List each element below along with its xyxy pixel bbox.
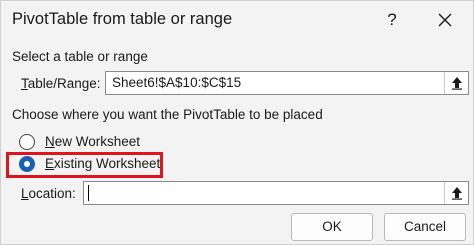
table-range-input[interactable]: Sheet6!$A$10:$C$15 [105, 71, 469, 95]
collapse-dialog-icon [452, 187, 462, 200]
table-range-label: Table/Range: [21, 76, 101, 91]
new-worksheet-radio[interactable] [19, 134, 35, 150]
ok-button[interactable]: OK [291, 213, 373, 241]
help-button[interactable]: ? [379, 7, 405, 33]
table-range-value: Sheet6!$A$10:$C$15 [112, 75, 242, 90]
select-range-heading: Select a table or range [12, 49, 148, 64]
new-worksheet-accel: N [45, 134, 55, 149]
placement-heading: Choose where you want the PivotTable to … [12, 107, 323, 122]
text-caret [88, 185, 89, 201]
location-label: Location: [21, 186, 76, 201]
new-worksheet-option[interactable]: New Worksheet [19, 132, 199, 154]
pivottable-dialog: PivotTable from table or range ? Select … [0, 0, 474, 245]
location-input[interactable] [83, 181, 469, 205]
dialog-title: PivotTable from table or range [12, 10, 233, 28]
location-label-rest: ocation: [28, 186, 76, 201]
table-range-label-rest: able/Range: [27, 76, 101, 91]
title-bar: PivotTable from table or range ? [1, 1, 473, 39]
close-button[interactable] [432, 7, 458, 33]
close-icon [438, 13, 452, 27]
table-range-label-accel: T [21, 76, 28, 91]
new-worksheet-label: New Worksheet [45, 134, 140, 149]
collapse-dialog-icon [452, 77, 462, 90]
highlight-box [6, 152, 163, 178]
table-range-collapse-button[interactable] [444, 72, 468, 94]
location-label-accel: L [21, 186, 29, 201]
location-collapse-button[interactable] [444, 182, 468, 204]
new-worksheet-label-rest: ew Worksheet [54, 134, 141, 149]
cancel-button[interactable]: Cancel [384, 213, 466, 241]
